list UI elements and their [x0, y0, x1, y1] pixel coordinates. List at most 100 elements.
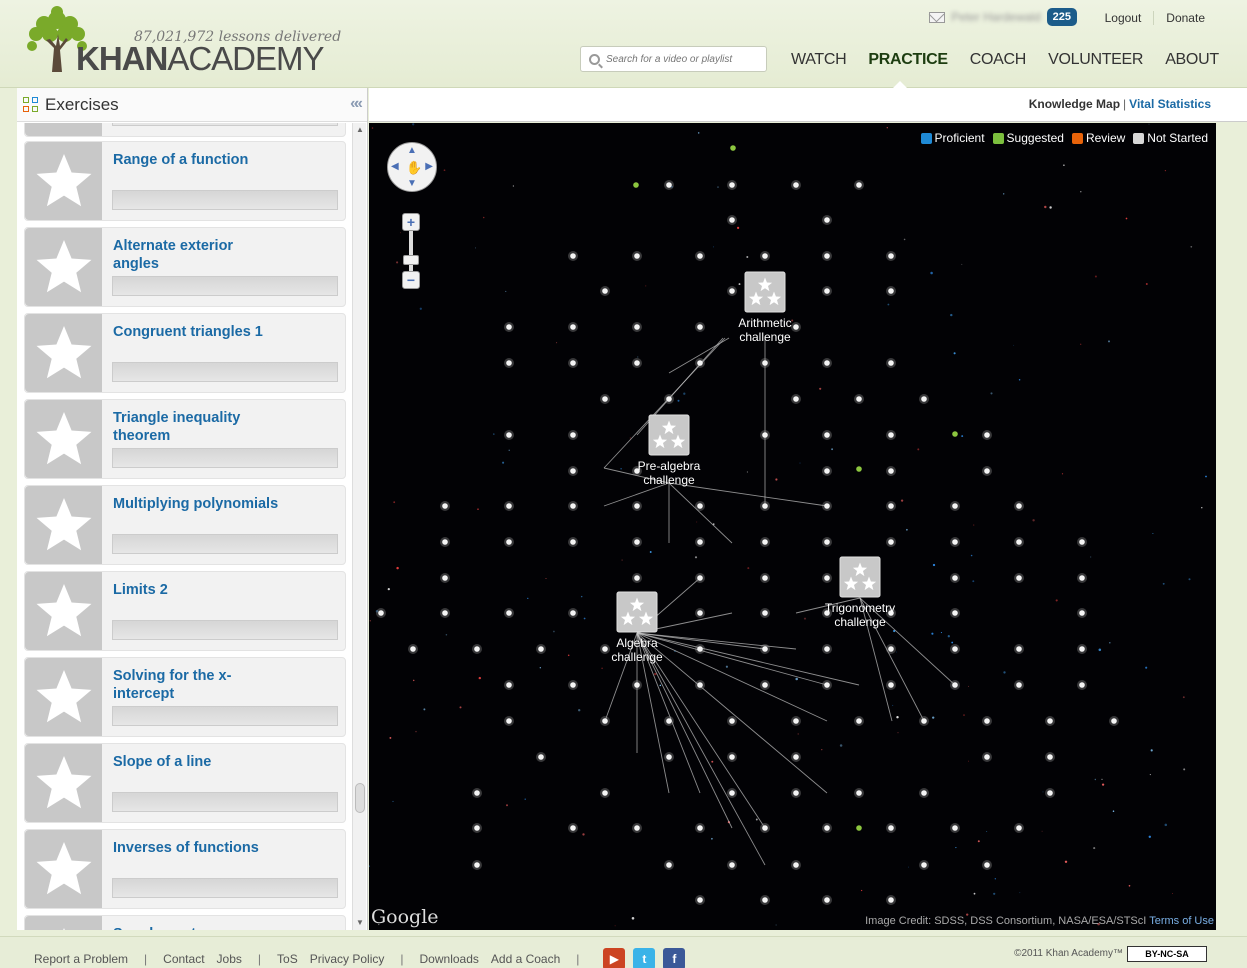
facebook-icon[interactable]: f: [663, 948, 686, 968]
exercise-node[interactable]: [634, 825, 640, 831]
scrollbar-thumb[interactable]: [355, 783, 365, 813]
exercise-node[interactable]: [697, 253, 703, 259]
exercise-node[interactable]: [474, 790, 480, 796]
exercise-node[interactable]: [921, 790, 927, 796]
exercise-node[interactable]: [1079, 575, 1085, 581]
twitter-icon[interactable]: t: [633, 948, 656, 968]
exercise-node[interactable]: [762, 610, 768, 616]
exercise-node[interactable]: [762, 682, 768, 688]
exercise-node[interactable]: [570, 360, 576, 366]
exercise-node[interactable]: [666, 862, 672, 868]
exercise-node[interactable]: [824, 360, 830, 366]
exercise-node[interactable]: [506, 324, 512, 330]
exercise-node[interactable]: [888, 897, 894, 903]
exercise-item[interactable]: Supplementary angles: [24, 915, 346, 930]
exercise-node[interactable]: [1016, 503, 1022, 509]
zoom-in-button[interactable]: +: [402, 213, 420, 231]
exercise-node[interactable]: [697, 682, 703, 688]
pan-up-arrow-icon[interactable]: ▲: [407, 145, 417, 156]
cc-license-badge[interactable]: BY-NC-SA: [1127, 946, 1207, 962]
exercise-node[interactable]: [378, 610, 384, 616]
exercise-node[interactable]: [793, 324, 799, 330]
nav-volunteer[interactable]: VOLUNTEER: [1037, 51, 1154, 69]
exercise-node[interactable]: [697, 503, 703, 509]
exercise-node[interactable]: [474, 862, 480, 868]
exercise-node[interactable]: [570, 610, 576, 616]
exercise-node[interactable]: [762, 646, 768, 652]
exercise-node[interactable]: [506, 682, 512, 688]
exercise-node[interactable]: [952, 646, 958, 652]
exercise-node[interactable]: [824, 468, 830, 474]
exercise-node[interactable]: [442, 610, 448, 616]
exercise-node[interactable]: [570, 468, 576, 474]
logout-link[interactable]: Logout: [1093, 11, 1154, 25]
exercise-node[interactable]: [762, 575, 768, 581]
exercise-node[interactable]: [952, 610, 958, 616]
suggested-exercise-node[interactable]: [952, 431, 958, 437]
exercise-name[interactable]: Supplementary angles: [113, 925, 263, 930]
exercise-node[interactable]: [856, 396, 862, 402]
exercise-node[interactable]: [729, 217, 735, 223]
exercise-node[interactable]: [984, 432, 990, 438]
exercise-node[interactable]: [1079, 646, 1085, 652]
exercise-node[interactable]: [666, 754, 672, 760]
exercise-node[interactable]: [602, 396, 608, 402]
exercise-node[interactable]: [888, 288, 894, 294]
add-coach-link[interactable]: Add a Coach: [491, 952, 560, 966]
exercise-node[interactable]: [506, 503, 512, 509]
exercise-item[interactable]: Limits 2: [24, 571, 346, 651]
exercise-node[interactable]: [952, 682, 958, 688]
exercise-node[interactable]: [666, 182, 672, 188]
exercise-node[interactable]: [697, 825, 703, 831]
exercise-node[interactable]: [666, 718, 672, 724]
exercise-node[interactable]: [1016, 646, 1022, 652]
exercise-node[interactable]: [697, 575, 703, 581]
exercise-node[interactable]: [570, 432, 576, 438]
jobs-link[interactable]: Jobs: [217, 952, 242, 966]
pan-right-arrow-icon[interactable]: ▶: [425, 161, 433, 172]
exercise-item[interactable]: Slope of a line: [24, 743, 346, 823]
exercise-node[interactable]: [1016, 682, 1022, 688]
exercise-node[interactable]: [570, 324, 576, 330]
exercise-node[interactable]: [793, 182, 799, 188]
nav-watch[interactable]: WATCH: [780, 51, 857, 69]
exercise-node[interactable]: [793, 754, 799, 760]
exercise-node[interactable]: [824, 217, 830, 223]
exercise-node[interactable]: [1047, 754, 1053, 760]
exercise-node[interactable]: [824, 897, 830, 903]
exercise-node[interactable]: [888, 468, 894, 474]
exercise-node[interactable]: [888, 825, 894, 831]
map-pan-control[interactable]: ▲ ▼ ◀ ▶ ✋: [387, 142, 437, 192]
exercise-name[interactable]: Slope of a line: [113, 753, 263, 771]
terms-of-use-link[interactable]: Terms of Use: [1149, 915, 1214, 927]
exercise-node[interactable]: [952, 539, 958, 545]
exercise-node[interactable]: [888, 503, 894, 509]
exercise-node[interactable]: [570, 503, 576, 509]
exercise-node[interactable]: [762, 432, 768, 438]
vital-statistics-link[interactable]: Vital Statistics: [1129, 97, 1211, 111]
knowledge-map-link[interactable]: Knowledge Map: [1029, 97, 1120, 111]
sidebar-scrollbar[interactable]: ▲ ▼: [352, 123, 366, 930]
exercise-node[interactable]: [921, 718, 927, 724]
exercise-node[interactable]: [729, 790, 735, 796]
exercise-node[interactable]: [952, 575, 958, 581]
google-logo[interactable]: Google: [371, 906, 439, 928]
pan-hand-icon[interactable]: ✋: [406, 160, 422, 176]
exercise-node[interactable]: [570, 825, 576, 831]
exercise-node[interactable]: [824, 575, 830, 581]
exercise-node[interactable]: [984, 754, 990, 760]
exercise-node[interactable]: [984, 468, 990, 474]
exercise-item-partial[interactable]: [24, 123, 346, 137]
exercise-node[interactable]: [1111, 718, 1117, 724]
contact-link[interactable]: Contact: [163, 952, 204, 966]
exercise-node[interactable]: [888, 360, 894, 366]
exercise-node[interactable]: [538, 646, 544, 652]
exercise-node[interactable]: [729, 718, 735, 724]
exercise-node[interactable]: [697, 539, 703, 545]
nav-about[interactable]: ABOUT: [1154, 51, 1230, 69]
exercise-node[interactable]: [856, 182, 862, 188]
exercise-node[interactable]: [666, 396, 672, 402]
exercise-node[interactable]: [793, 718, 799, 724]
exercise-node[interactable]: [762, 503, 768, 509]
zoom-slider-handle[interactable]: [403, 255, 419, 265]
